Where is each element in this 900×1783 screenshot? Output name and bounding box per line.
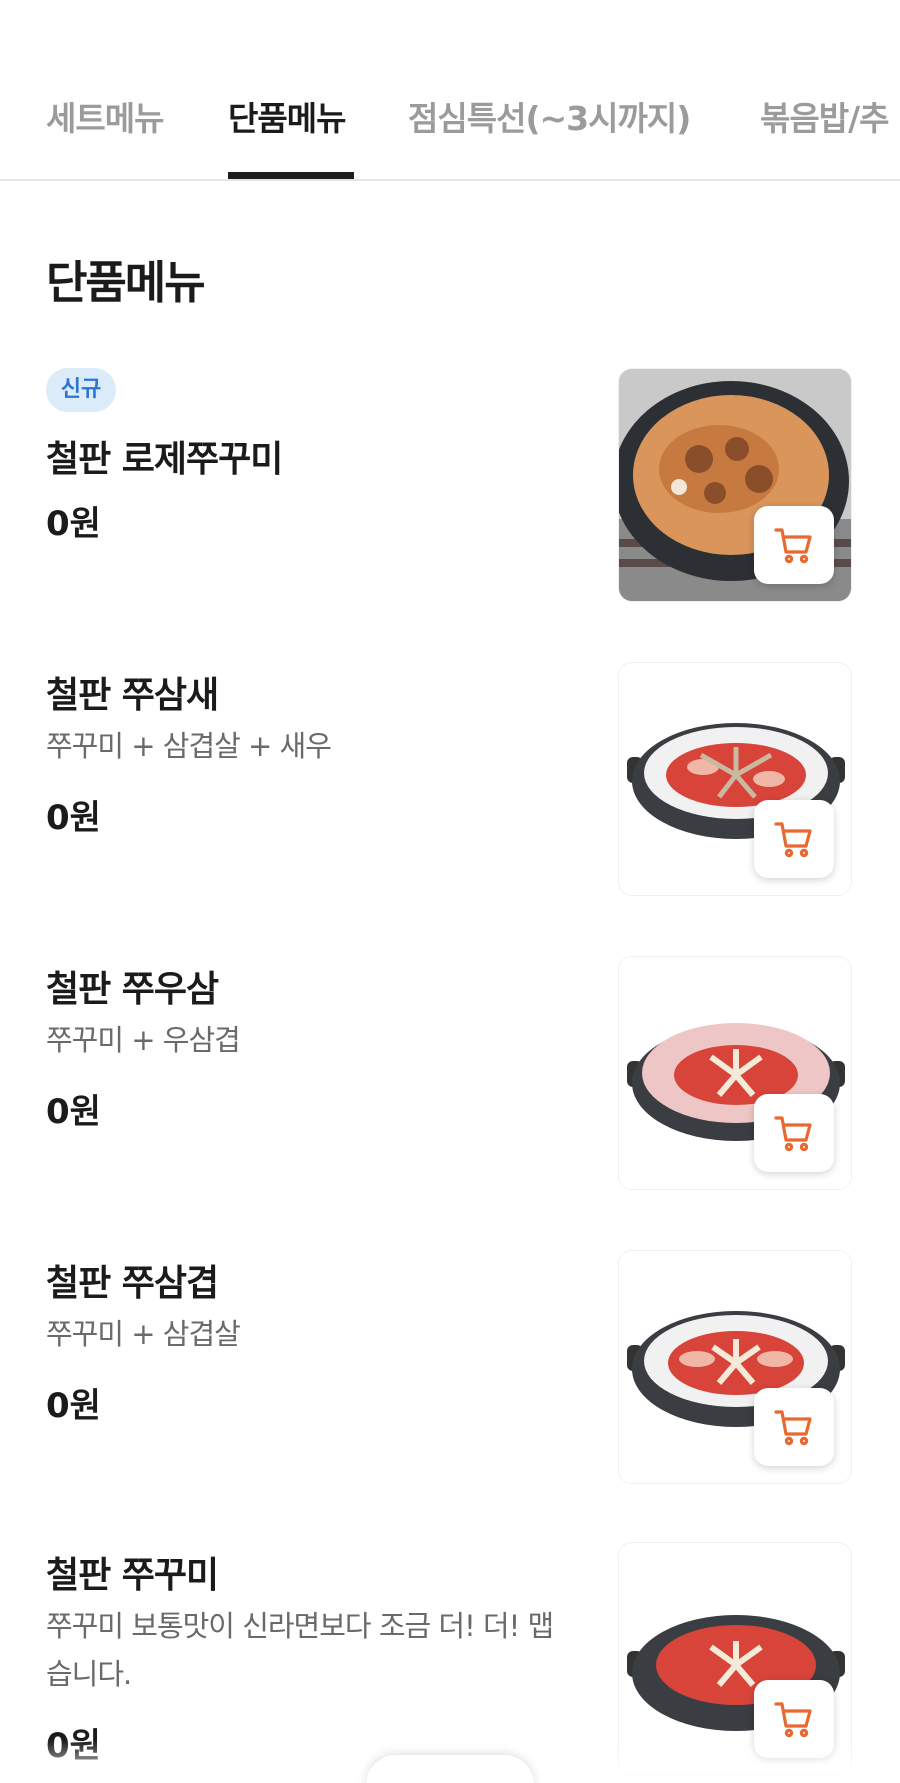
menu-item-jjusamsae[interactable]: 철판 쭈삼새 쭈꾸미 + 삼겹살 + 새우 0원 (0, 662, 900, 922)
tab-fried-rice[interactable]: 볶음밥/추 (760, 92, 889, 140)
section-title: 단품메뉴 (46, 256, 206, 309)
item-name: 철판 쭈삼새 (46, 675, 219, 716)
item-name: 철판 쭈삼겹 (46, 1263, 219, 1304)
add-to-cart-button[interactable] (754, 1094, 834, 1172)
item-price: 0원 (46, 798, 101, 838)
active-tab-indicator (228, 172, 354, 179)
add-to-cart-button[interactable] (754, 506, 834, 584)
item-description: 쭈꾸미 보통맛이 신라면보다 조금 더! 더! 맵습니다. (46, 1609, 554, 1691)
menu-item-jjuusam[interactable]: 철판 쭈우삼 쭈꾸미 + 우삼겹 0원 (0, 956, 900, 1216)
add-to-cart-button[interactable] (754, 800, 834, 878)
new-badge: 신규 (46, 368, 116, 412)
item-name: 철판 쭈우삼 (46, 969, 219, 1010)
cart-icon (774, 528, 812, 564)
tab-set-menu[interactable]: 세트메뉴 (46, 92, 164, 140)
item-name: 철판 로제쭈꾸미 (46, 439, 283, 480)
item-description: 쭈꾸미 + 우삼겹 (46, 1023, 241, 1057)
cart-icon (774, 1116, 812, 1152)
menu-item-jjusamgyeop[interactable]: 철판 쭈삼겹 쭈꾸미 + 삼겹살 0원 (0, 1250, 900, 1510)
item-description: 쭈꾸미 + 삼겹살 (46, 1317, 241, 1351)
cart-icon (774, 1410, 812, 1446)
item-name: 철판 쭈꾸미 (46, 1555, 219, 1596)
item-price: 0원 (46, 504, 101, 544)
menu-item-rose-jjukkumi[interactable]: 신규 철판 로제쭈꾸미 0원 (0, 368, 900, 628)
add-to-cart-button[interactable] (754, 1388, 834, 1466)
item-price: 0원 (46, 1386, 101, 1426)
item-price: 0원 (46, 1092, 101, 1132)
item-description: 쭈꾸미 + 삼겹살 + 새우 (46, 729, 332, 763)
floating-action-pill[interactable] (366, 1755, 534, 1783)
cart-icon (774, 1702, 812, 1738)
tab-lunch-special[interactable]: 점심특선(~3시까지) (408, 92, 691, 140)
category-tab-bar: 세트메뉴 단품메뉴 점심특선(~3시까지) 볶음밥/추 (0, 0, 900, 181)
cart-icon (774, 822, 812, 858)
tab-single-menu[interactable]: 단품메뉴 (228, 92, 346, 140)
